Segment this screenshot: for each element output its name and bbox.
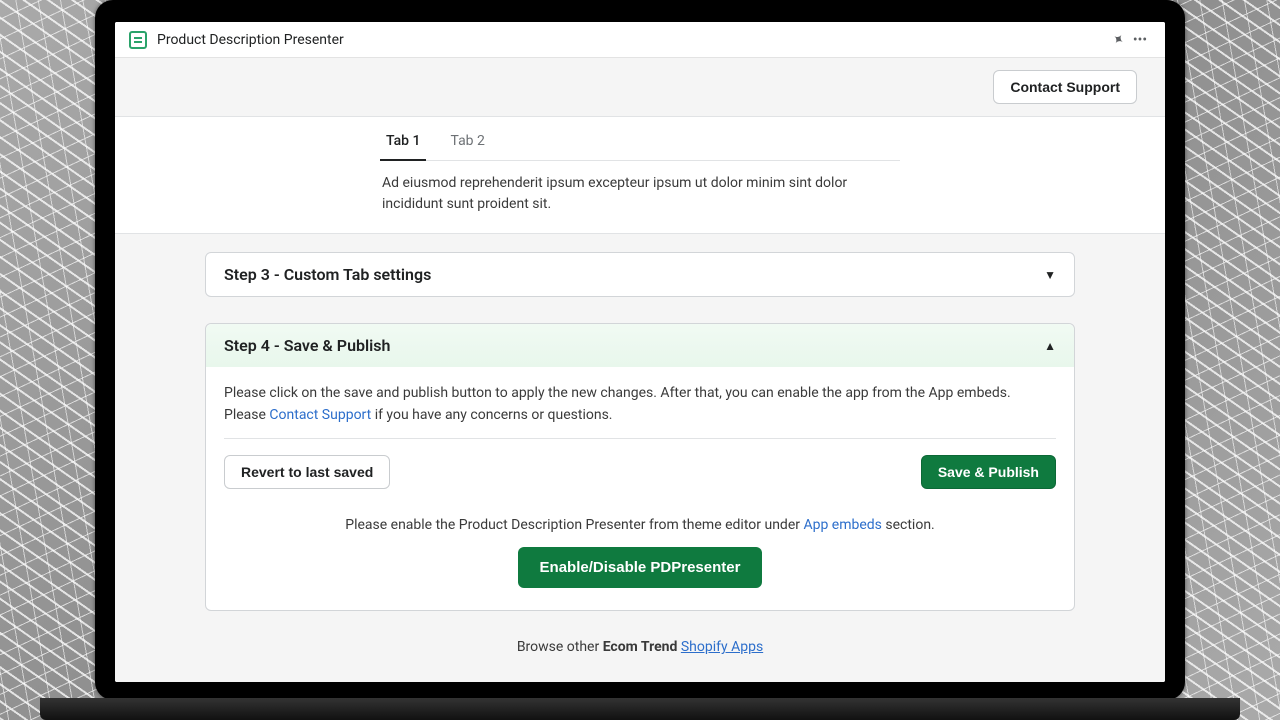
chevron-down-icon: ▼: [1044, 268, 1056, 282]
app-embeds-link[interactable]: App embeds: [803, 517, 881, 533]
contact-support-button[interactable]: Contact Support: [993, 70, 1137, 104]
step4-title: Step 4 - Save & Publish: [224, 336, 390, 355]
chevron-up-icon: ▲: [1044, 339, 1056, 353]
enable-text-post: section.: [882, 517, 935, 533]
app-icon: [129, 31, 147, 49]
revert-button[interactable]: Revert to last saved: [224, 455, 390, 489]
step3-accordion: Step 3 - Custom Tab settings ▼: [205, 252, 1075, 297]
enable-text: Please enable the Product Description Pr…: [224, 515, 1056, 537]
step4-description: Please click on the save and publish but…: [224, 383, 1056, 426]
step3-header[interactable]: Step 3 - Custom Tab settings ▼: [206, 253, 1074, 296]
titlebar: Product Description Presenter ✦ •••: [115, 22, 1165, 58]
tabs-row: Tab 1 Tab 2: [380, 123, 900, 161]
laptop-frame: Product Description Presenter ✦ ••• Cont…: [95, 0, 1185, 700]
pin-icon[interactable]: ✦: [1107, 32, 1129, 48]
divider: [224, 438, 1056, 439]
subheader: Contact Support: [115, 58, 1165, 117]
step4-header[interactable]: Step 4 - Save & Publish ▲: [206, 324, 1074, 367]
step4-body: Please click on the save and publish but…: [206, 367, 1074, 610]
save-publish-button[interactable]: Save & Publish: [921, 455, 1056, 489]
more-icon[interactable]: •••: [1129, 32, 1151, 48]
enable-block: Please enable the Product Description Pr…: [224, 515, 1056, 588]
tabs-panel: Tab 1 Tab 2 Ad eiusmod reprehenderit ips…: [115, 117, 1165, 234]
tab-content: Ad eiusmod reprehenderit ipsum excepteur…: [380, 161, 900, 215]
tab-1[interactable]: Tab 1: [380, 123, 426, 161]
shopify-apps-link[interactable]: Shopify Apps: [681, 639, 763, 655]
enable-text-pre: Please enable the Product Description Pr…: [345, 517, 803, 533]
tab-2[interactable]: Tab 2: [444, 123, 490, 161]
footer-pre: Browse other: [517, 639, 603, 655]
contact-support-link[interactable]: Contact Support: [269, 407, 371, 423]
screen: Product Description Presenter ✦ ••• Cont…: [115, 22, 1165, 682]
footer-brand: Ecom Trend: [603, 639, 678, 655]
step4-actions: Revert to last saved Save & Publish: [224, 455, 1056, 489]
step3-title: Step 3 - Custom Tab settings: [224, 265, 431, 284]
footer-text: Browse other Ecom Trend Shopify Apps: [205, 639, 1075, 655]
app-title: Product Description Presenter: [157, 32, 344, 48]
step4-accordion: Step 4 - Save & Publish ▲ Please click o…: [205, 323, 1075, 611]
step4-desc-text-2: if you have any concerns or questions.: [371, 407, 612, 423]
enable-disable-button[interactable]: Enable/Disable PDPresenter: [518, 547, 763, 588]
laptop-base: [40, 698, 1240, 720]
main-area: Step 3 - Custom Tab settings ▼ Step 4 - …: [115, 234, 1165, 682]
